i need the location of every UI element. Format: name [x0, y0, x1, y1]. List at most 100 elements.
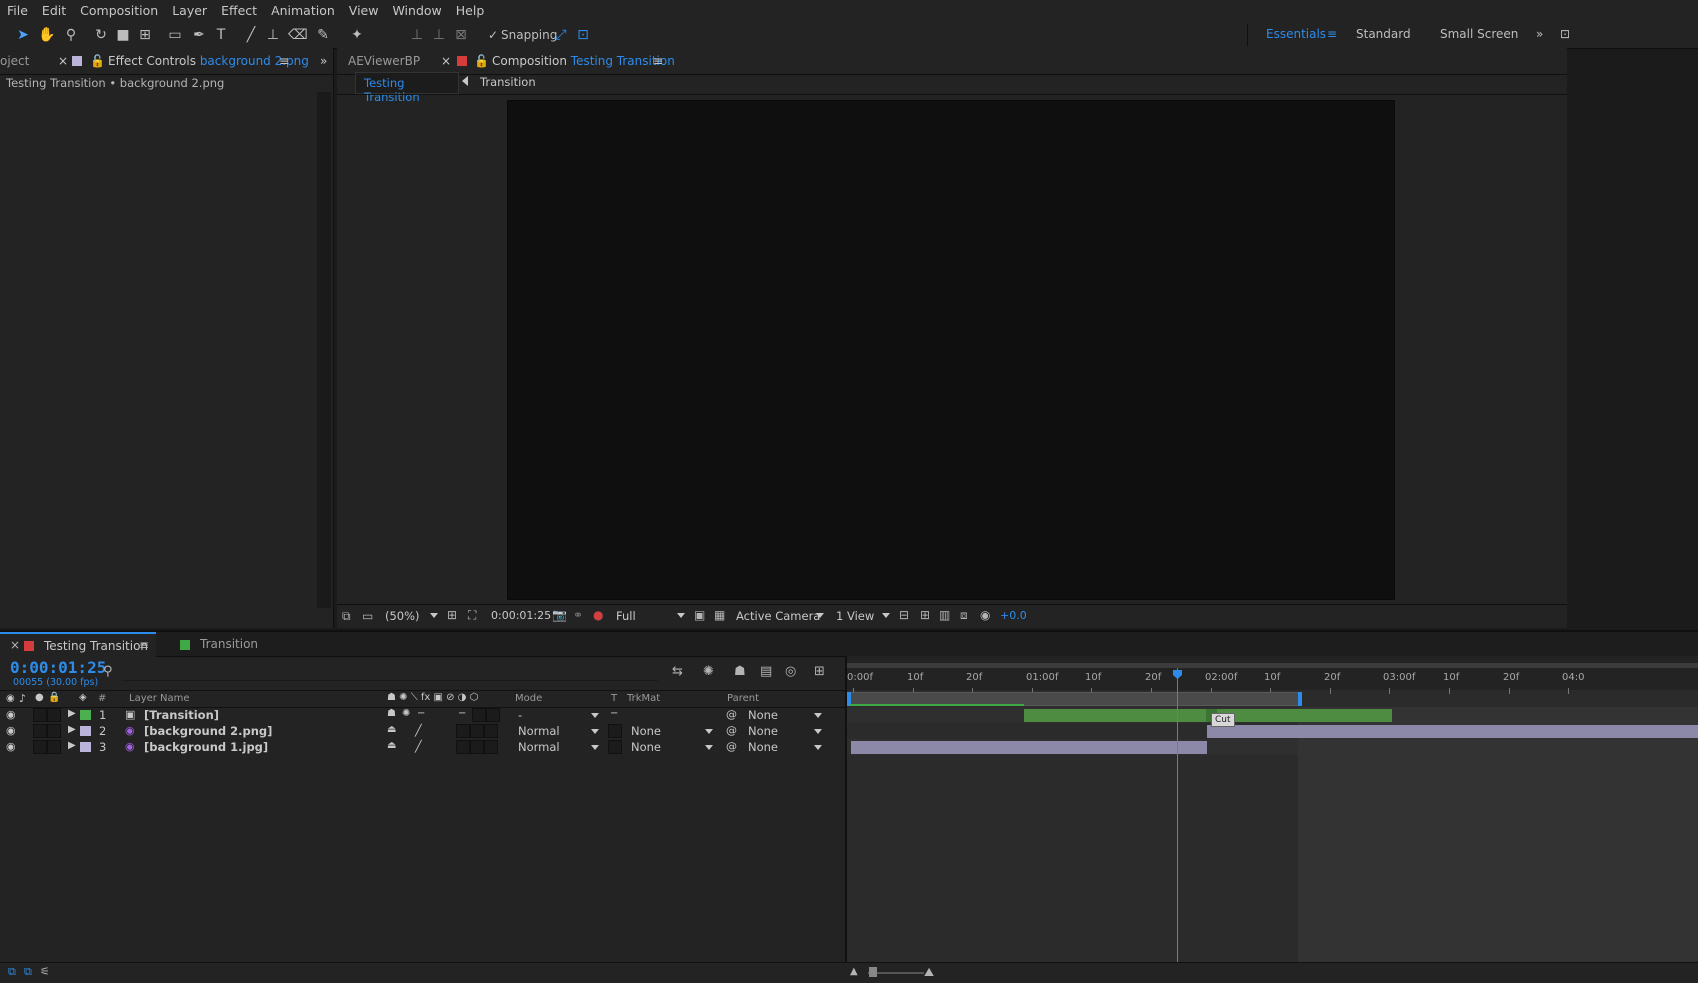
- close-tab-icon[interactable]: ×: [441, 54, 451, 68]
- timeline-current-time[interactable]: 0:00:01:25: [10, 658, 106, 677]
- timeline-tab-transition[interactable]: Transition: [200, 637, 258, 651]
- motion-blur-switch[interactable]: [470, 724, 484, 738]
- world-axis-icon[interactable]: ⊥: [430, 26, 448, 44]
- visibility-eye-icon[interactable]: ◉: [6, 724, 16, 737]
- flowchart-icon[interactable]: ⧈: [960, 608, 968, 623]
- menu-help[interactable]: Help: [449, 0, 492, 22]
- workspace-essentials[interactable]: Essentials: [1266, 27, 1326, 41]
- graph-editor-icon[interactable]: ⊞: [814, 664, 825, 679]
- lock-toggle[interactable]: [47, 740, 61, 754]
- lock-toggle[interactable]: [47, 708, 61, 722]
- cut-marker[interactable]: Cut: [1211, 713, 1235, 727]
- view-layout-dropdown-arrow-icon[interactable]: [882, 613, 890, 618]
- mode-dropdown-arrow-icon[interactable]: [591, 713, 599, 718]
- expand-arrow-icon[interactable]: ▶: [68, 708, 76, 719]
- always-preview-icon[interactable]: ⧉: [342, 609, 351, 624]
- camera-dropdown-arrow-icon[interactable]: [816, 613, 824, 618]
- menu-composition[interactable]: Composition: [73, 0, 165, 22]
- brush-tool-icon[interactable]: ╱: [242, 26, 260, 44]
- subtab-testing-transition[interactable]: Testing Transition: [355, 72, 459, 104]
- zoom-in-icon[interactable]: ⛰: [924, 965, 934, 980]
- quality-switch-icon[interactable]: ╱: [415, 740, 422, 753]
- trkmat-dropdown-arrow-icon[interactable]: [705, 745, 713, 750]
- audio-icon[interactable]: ♪: [19, 692, 26, 705]
- view-axis-icon[interactable]: ⊠: [452, 26, 470, 44]
- collapse-switch-icon[interactable]: ✺: [402, 708, 410, 719]
- view-layout-dropdown[interactable]: 1 View: [836, 609, 874, 623]
- menu-window[interactable]: Window: [385, 0, 448, 22]
- trkmat-dropdown-arrow-icon[interactable]: [705, 729, 713, 734]
- panel-menu-icon[interactable]: ≡: [653, 54, 663, 68]
- parent-dropdown-arrow-icon[interactable]: [814, 729, 822, 734]
- current-time[interactable]: 0:00:01:25: [491, 609, 551, 622]
- search-help-icon[interactable]: ⊡: [1560, 27, 1570, 41]
- mode-dropdown[interactable]: -: [518, 708, 522, 722]
- rectangle-tool-icon[interactable]: ▭: [166, 26, 184, 44]
- menu-animation[interactable]: Animation: [264, 0, 342, 22]
- fast-previews-icon[interactable]: ⊞: [920, 608, 930, 622]
- tab-project[interactable]: oject: [0, 54, 29, 68]
- solo-icon[interactable]: ●: [35, 692, 44, 703]
- lock-icon[interactable]: 🔓: [474, 54, 489, 68]
- pan-behind-tool-icon[interactable]: ⊞: [136, 26, 154, 44]
- mode-dropdown-arrow-icon[interactable]: [591, 745, 599, 750]
- pickwhip-icon[interactable]: @: [726, 724, 737, 737]
- shy-switch-icon[interactable]: ☗: [387, 708, 396, 719]
- workspace-small-screen[interactable]: Small Screen: [1440, 27, 1518, 41]
- workspace-menu-icon[interactable]: ≡: [1327, 27, 1337, 41]
- puppet-tool-icon[interactable]: ✦: [348, 26, 366, 44]
- region-of-interest-icon[interactable]: ▣: [694, 608, 705, 622]
- safe-margins-icon[interactable]: ⛶: [468, 608, 476, 623]
- composition-mini-flowchart-icon[interactable]: ⇆: [672, 664, 683, 679]
- shy-switch-icon[interactable]: ⏏: [387, 740, 396, 751]
- close-tab-icon[interactable]: ×: [58, 54, 68, 68]
- resolution-dropdown-arrow-icon[interactable]: [677, 613, 685, 618]
- layer-switches-toggle-icon[interactable]: ⧉: [8, 965, 16, 979]
- layer-label-color[interactable]: [80, 726, 91, 736]
- background-1-layer-bar[interactable]: [851, 741, 1207, 754]
- video-visibility-icon[interactable]: ◉: [6, 693, 15, 704]
- current-time-indicator[interactable]: [1177, 668, 1178, 962]
- time-graph[interactable]: 0:00f 10f 20f 01:00f 10f 20f 02:00f 10f 20f 03:00…: [847, 656, 1698, 962]
- lock-icon[interactable]: 🔓: [90, 54, 105, 68]
- lock-column-icon[interactable]: 🔒: [48, 692, 60, 703]
- pickwhip-icon[interactable]: @: [726, 708, 737, 721]
- zoom-dropdown[interactable]: (50%): [385, 609, 420, 623]
- frame-blend-switch-icon[interactable]: −: [458, 708, 466, 719]
- parent-dropdown-arrow-icon[interactable]: [814, 745, 822, 750]
- mode-dropdown-arrow-icon[interactable]: [591, 729, 599, 734]
- menu-view[interactable]: View: [342, 0, 386, 22]
- effect-switch[interactable]: [456, 740, 470, 754]
- layer-label-color[interactable]: [80, 710, 91, 720]
- shy-layers-icon[interactable]: ☗: [734, 664, 746, 679]
- motion-blur-switch[interactable]: [472, 708, 486, 722]
- close-tab-icon[interactable]: ×: [10, 638, 20, 652]
- camera-dropdown[interactable]: Active Camera: [736, 609, 820, 623]
- solo-toggle[interactable]: [33, 724, 47, 738]
- layer-name[interactable]: [Transition]: [144, 708, 219, 722]
- hand-tool-icon[interactable]: ✋: [38, 26, 56, 44]
- mode-dropdown[interactable]: Normal: [518, 740, 560, 754]
- adjustment-switch[interactable]: [486, 708, 500, 722]
- monitor-icon[interactable]: ▭: [362, 609, 373, 623]
- snapping-checkbox-icon[interactable]: ✓: [484, 26, 502, 44]
- solo-toggle[interactable]: [33, 740, 47, 754]
- exposure-value[interactable]: +0.0: [1000, 609, 1027, 622]
- motion-blur-icon[interactable]: ◎: [785, 664, 796, 679]
- quality-switch-icon[interactable]: −: [417, 708, 425, 719]
- more-workspaces-icon[interactable]: »: [1536, 27, 1543, 41]
- preserve-transparency-toggle[interactable]: [608, 740, 622, 754]
- type-tool-icon[interactable]: T: [212, 26, 230, 44]
- workspace-standard[interactable]: Standard: [1356, 27, 1411, 41]
- zoom-dropdown-arrow-icon[interactable]: [430, 613, 438, 618]
- solo-toggle[interactable]: [33, 708, 47, 722]
- visibility-eye-icon[interactable]: ◉: [6, 708, 16, 721]
- eraser-tool-icon[interactable]: ⌫: [288, 26, 308, 44]
- quality-switch-icon[interactable]: ╱: [415, 724, 422, 737]
- expand-arrow-icon[interactable]: ▶: [68, 724, 76, 735]
- in-out-toggle-icon[interactable]: ⚟: [40, 965, 50, 978]
- menu-layer[interactable]: Layer: [165, 0, 214, 22]
- layer-name[interactable]: [background 2.png]: [144, 724, 272, 738]
- time-ruler[interactable]: 0:00f 10f 20f 01:00f 10f 20f 02:00f 10f 20f 03:00…: [847, 656, 1698, 694]
- panel-menu-icon[interactable]: ≡: [139, 638, 149, 652]
